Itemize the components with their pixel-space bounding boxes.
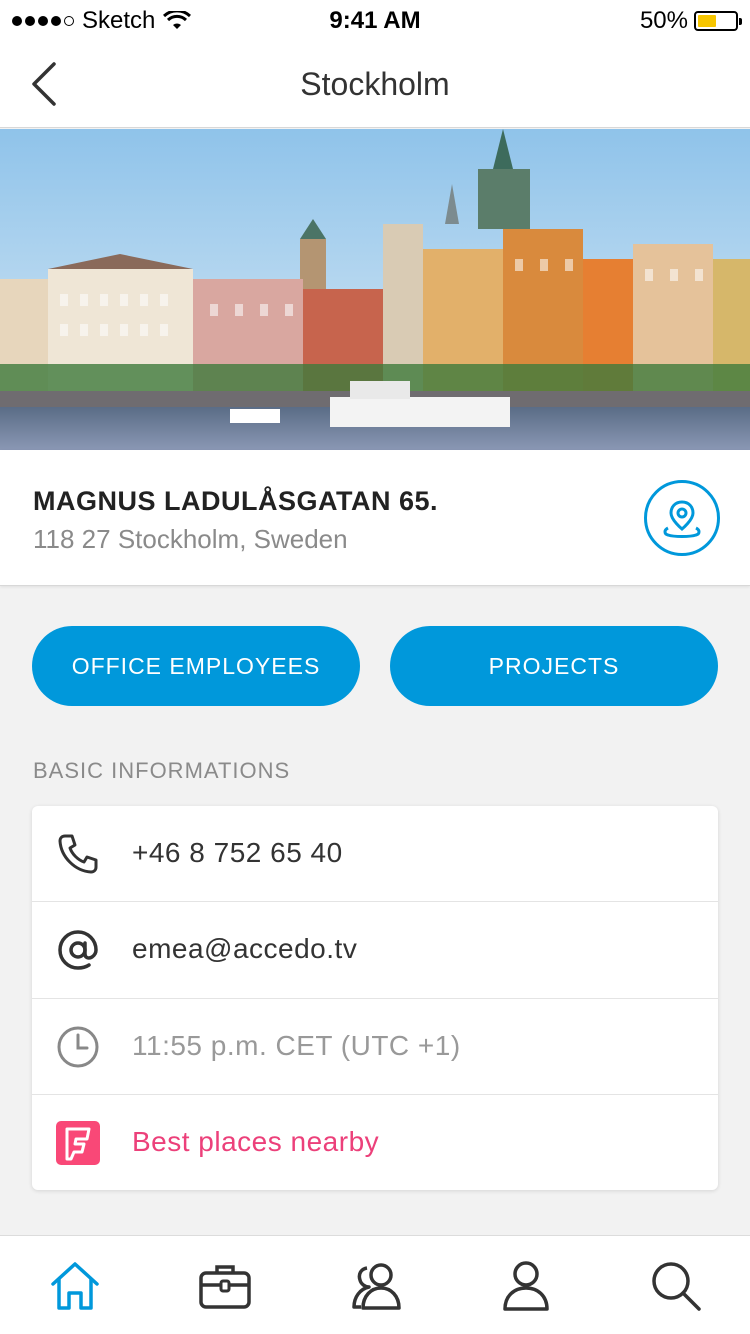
address-city: 118 27 Stockholm, Sweden: [33, 524, 348, 554]
status-right: 50%: [639, 7, 742, 35]
location-pin-icon: [663, 500, 701, 538]
tab-bar: [0, 1235, 750, 1334]
home-icon: [51, 1262, 99, 1310]
battery-icon: [694, 11, 742, 31]
tab-search[interactable]: [648, 1258, 704, 1314]
nearby-places-row[interactable]: Best places nearby: [32, 1095, 718, 1190]
email-row[interactable]: emea@accedo.tv: [32, 902, 718, 999]
address-card: MAGNUS LADULÅSGATAN 65. 118 27 Stockholm…: [0, 450, 750, 586]
people-icon: [352, 1263, 401, 1310]
email-address: emea@accedo.tv: [132, 933, 358, 964]
phone-icon: [54, 830, 102, 878]
navigation-bar: Stockholm: [0, 40, 750, 128]
battery-percent: 50%: [639, 7, 688, 34]
tab-projects[interactable]: [197, 1258, 253, 1314]
phone-row[interactable]: +46 8 752 65 40: [32, 806, 718, 902]
city-skyline-illustration: [0, 129, 750, 450]
tab-home[interactable]: [47, 1258, 103, 1314]
city-hero-image: [0, 129, 750, 450]
office-employees-button[interactable]: OFFICE EMPLOYEES: [32, 626, 360, 706]
status-bar: Sketch 9:41 AM 50%: [0, 0, 750, 40]
local-time-row: 11:55 p.m. CET (UTC +1): [32, 999, 718, 1095]
local-time: 11:55 p.m. CET (UTC +1): [132, 1030, 461, 1061]
tab-employees[interactable]: [349, 1258, 405, 1314]
section-heading: BASIC INFORMATIONS: [33, 758, 291, 783]
page-title: Stockholm: [300, 66, 450, 102]
projects-button[interactable]: PROJECTS: [390, 626, 718, 706]
address-street: MAGNUS LADULÅSGATAN 65.: [33, 486, 439, 516]
person-icon: [503, 1261, 549, 1311]
phone-number: +46 8 752 65 40: [132, 837, 343, 868]
nearby-places-link: Best places nearby: [132, 1126, 380, 1157]
briefcase-icon: [199, 1265, 251, 1309]
show-on-map-button[interactable]: [644, 480, 720, 556]
status-time: 9:41 AM: [329, 7, 421, 34]
basic-info-card: +46 8 752 65 40 emea@accedo.tv 11:55 p.m…: [32, 806, 718, 1190]
foursquare-icon: [54, 1119, 102, 1167]
clock-icon: [54, 1023, 102, 1071]
tab-profile[interactable]: [498, 1258, 554, 1314]
battery-level: [698, 15, 716, 27]
search-icon: [652, 1262, 701, 1311]
at-sign-icon: [54, 926, 102, 974]
